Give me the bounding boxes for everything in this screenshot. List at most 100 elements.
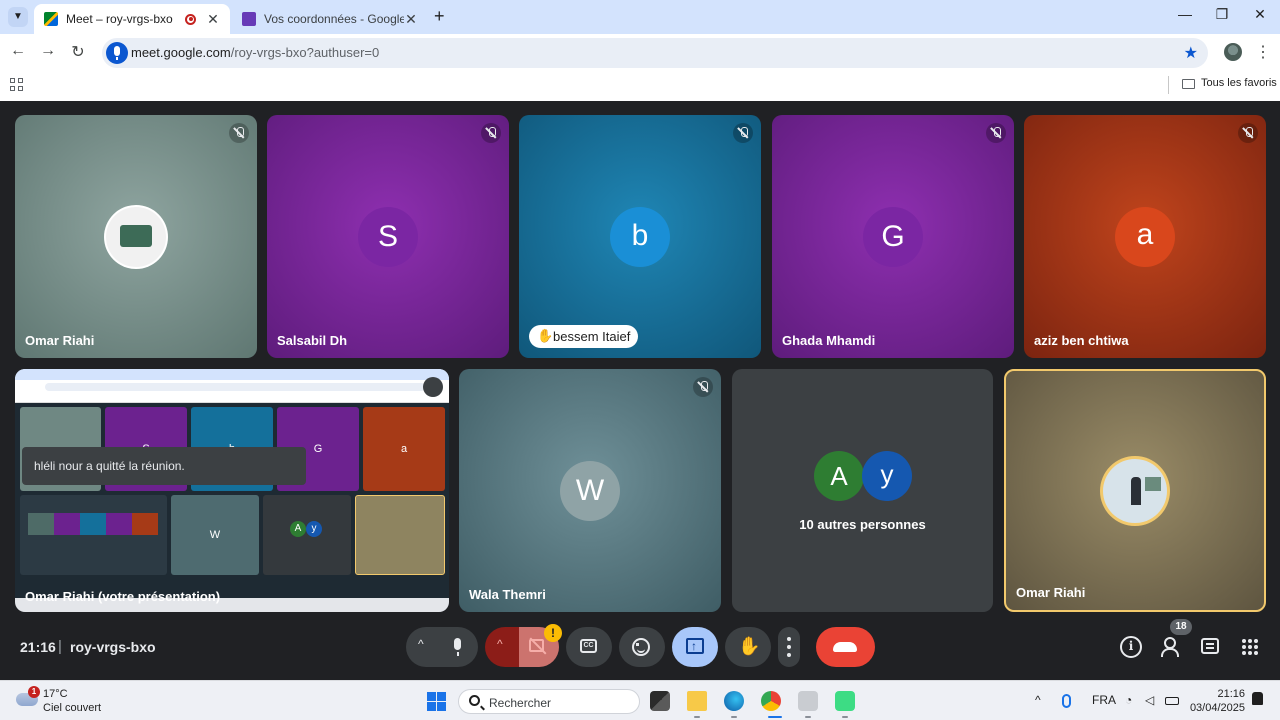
mini-tile: A xyxy=(290,521,306,537)
windows-taskbar: 1 17°C Ciel couvert Rechercher ^ FRA ◔ ◁… xyxy=(0,680,1280,720)
browser-menu-icon[interactable]: ⋮ xyxy=(1255,42,1271,62)
green-app-icon[interactable] xyxy=(835,691,855,711)
participant-tile[interactable]: G Ghada Mhamdi xyxy=(772,115,1014,358)
bookmark-star-icon[interactable]: ★ xyxy=(1184,43,1198,63)
captions-button[interactable]: CC xyxy=(566,627,612,667)
window-restore-icon[interactable]: ❐ xyxy=(1212,6,1232,23)
reactions-button[interactable] xyxy=(619,627,665,667)
microphone-button[interactable]: ^ xyxy=(406,627,478,667)
tab-google-form[interactable]: Vos coordonnées - Google Form ✕ xyxy=(232,4,428,34)
task-view-icon[interactable] xyxy=(650,691,670,711)
activities-grid-icon[interactable] xyxy=(1241,636,1263,658)
all-bookmarks-label[interactable]: Tous les favoris xyxy=(1201,77,1277,89)
forward-arrow-icon[interactable]: → xyxy=(38,42,58,60)
microphone-tray-icon[interactable] xyxy=(1062,694,1071,708)
chrome-browser-icon[interactable] xyxy=(761,691,781,711)
video-options-chevron-icon[interactable]: ^ xyxy=(497,637,503,651)
more-options-button[interactable] xyxy=(778,627,800,667)
profile-avatar[interactable] xyxy=(1224,43,1242,61)
muted-microphone-icon xyxy=(733,123,753,143)
participant-tile[interactable]: S Salsabil Dh xyxy=(267,115,509,358)
window-close-icon[interactable]: ✕ xyxy=(1250,6,1270,23)
mini-tile: W xyxy=(171,495,259,575)
recording-indicator-icon xyxy=(185,13,196,25)
meeting-clock: 21:16 xyxy=(20,639,56,655)
address-bar[interactable]: meet.google.com/roy-vrgs-bxo?authuser=0 … xyxy=(102,38,1208,68)
present-screen-button[interactable]: ↑ xyxy=(672,627,718,667)
raised-hand-icon: ✋ xyxy=(537,328,554,343)
browser-tab-strip: ▼ Meet – roy-vrgs-bxo ✕ Vos coordonnées … xyxy=(0,0,1280,34)
audio-options-chevron-icon[interactable]: ^ xyxy=(418,637,424,651)
text-app-icon[interactable] xyxy=(798,691,818,711)
windows-start-icon[interactable] xyxy=(427,692,446,711)
taskbar-search-placeholder: Rechercher xyxy=(489,696,552,710)
screen: ▼ Meet – roy-vrgs-bxo ✕ Vos coordonnées … xyxy=(0,0,1280,720)
muted-microphone-icon xyxy=(229,123,249,143)
url-text: meet.google.com/roy-vrgs-bxo?authuser=0 xyxy=(131,45,379,60)
input-language[interactable]: FRA xyxy=(1092,693,1116,707)
tab-search-chevron-icon[interactable]: ▼ xyxy=(8,7,28,27)
other-participant-avatar: y xyxy=(862,451,912,501)
people-icon[interactable] xyxy=(1160,636,1182,658)
leave-call-button[interactable] xyxy=(816,627,875,667)
microphone-in-use-icon[interactable] xyxy=(106,42,128,64)
url-host: meet.google.com xyxy=(131,45,231,60)
participant-tile[interactable]: W Wala Themri xyxy=(459,369,721,612)
participant-initial-avatar: a xyxy=(1115,207,1175,267)
mini-tile: a xyxy=(363,407,445,491)
participant-tile[interactable]: Omar Riahi xyxy=(15,115,257,358)
file-explorer-icon[interactable] xyxy=(687,691,707,711)
google-forms-favicon-icon xyxy=(242,12,256,26)
camera-warning-badge: ! xyxy=(544,624,562,642)
participant-tile[interactable]: b ✋ bessem Itaief xyxy=(519,115,761,358)
taskbar-date[interactable]: 03/04/2025 xyxy=(1180,702,1245,714)
google-meet-favicon-icon xyxy=(44,12,58,26)
participant-name: Omar Riahi xyxy=(25,333,95,348)
participant-name: Wala Themri xyxy=(469,587,546,602)
show-hidden-icons-chevron-icon[interactable]: ^ xyxy=(1035,693,1041,707)
folder-icon[interactable] xyxy=(1182,79,1195,89)
participant-name: bessem Itaief xyxy=(553,329,631,344)
tab-meet[interactable]: Meet – roy-vrgs-bxo ✕ xyxy=(34,4,230,34)
participant-name: aziz ben chtiwa xyxy=(1034,333,1129,348)
taskbar-time[interactable]: 21:16 xyxy=(1193,688,1245,700)
tab-close-icon[interactable]: ✕ xyxy=(206,11,220,28)
hang-up-icon xyxy=(833,642,857,652)
wifi-icon[interactable]: ◔ xyxy=(1125,693,1132,707)
chat-icon[interactable] xyxy=(1201,638,1219,654)
volume-icon[interactable]: ◁ xyxy=(1145,693,1154,707)
weather-alert-badge: 1 xyxy=(28,686,40,698)
tab-google-form-title: Vos coordonnées - Google Form xyxy=(264,12,404,26)
participant-initial-avatar: b xyxy=(610,207,670,267)
participant-name: Salsabil Dh xyxy=(277,333,348,348)
notification-toast: hléli nour a quitté la réunion. xyxy=(22,447,306,485)
meeting-details-info-icon[interactable]: i xyxy=(1120,636,1142,658)
taskbar-search-box[interactable]: Rechercher xyxy=(458,689,640,714)
other-participant-avatar: A xyxy=(814,451,864,501)
apps-grid-icon[interactable] xyxy=(10,78,24,92)
muted-microphone-icon xyxy=(693,377,713,397)
presentation-tile[interactable]: S b G a W A y Omar Riahi (votre présenta… xyxy=(15,369,449,612)
others-tile[interactable]: A y 10 autres personnes xyxy=(732,369,993,612)
edge-browser-icon[interactable] xyxy=(724,691,744,711)
self-tile[interactable]: Omar Riahi xyxy=(1004,369,1266,612)
battery-icon[interactable] xyxy=(1165,697,1179,705)
meeting-info-separator: | xyxy=(58,638,62,655)
raise-hand-button[interactable]: ✋ xyxy=(725,627,771,667)
notification-bell-icon[interactable] xyxy=(1252,692,1263,705)
shared-screen-browser xyxy=(15,369,449,403)
emoji-icon xyxy=(632,638,650,656)
participant-initial-avatar: G xyxy=(863,207,923,267)
weather-temperature[interactable]: 17°C xyxy=(43,688,68,700)
weather-condition[interactable]: Ciel couvert xyxy=(43,702,101,714)
reload-icon[interactable]: ↻ xyxy=(68,42,88,62)
back-arrow-icon[interactable]: ← xyxy=(8,42,28,60)
tab-close-icon[interactable]: ✕ xyxy=(404,11,418,28)
mini-tile: y xyxy=(306,521,322,537)
new-tab-plus-icon[interactable]: + xyxy=(434,6,445,27)
participant-tile[interactable]: a aziz ben chtiwa xyxy=(1024,115,1266,358)
meeting-code: roy-vrgs-bxo xyxy=(70,639,156,655)
window-minimize-icon[interactable]: — xyxy=(1175,6,1195,22)
raise-hand-icon: ✋ xyxy=(738,636,761,656)
browser-toolbar: ← → ↻ meet.google.com/roy-vrgs-bxo?authu… xyxy=(0,34,1280,72)
